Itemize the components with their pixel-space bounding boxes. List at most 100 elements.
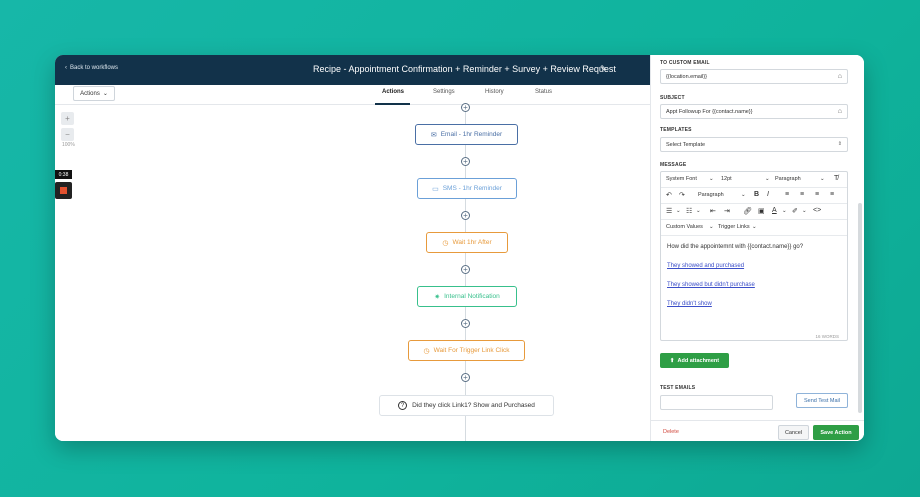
- stop-recording-button[interactable]: [55, 182, 72, 199]
- chevron-down-icon: ⌄: [676, 208, 681, 214]
- node-wait-1hr[interactable]: ◷ Wait 1hr After: [426, 232, 508, 253]
- action-settings-panel: TO CUSTOM EMAIL {{location.email}} ⌂ SUB…: [650, 55, 864, 441]
- tag-icon[interactable]: ⌂: [838, 73, 842, 80]
- zoom-in-button[interactable]: +: [61, 112, 74, 125]
- tab-status[interactable]: Status: [535, 89, 552, 95]
- upload-icon: ⬆: [669, 357, 675, 364]
- node-label: SMS - 1hr Reminder: [442, 185, 502, 192]
- node-sms-reminder[interactable]: ▭ SMS - 1hr Reminder: [417, 178, 517, 199]
- editor-toolbar-row: ☰ ⌄ ☷ ⌄ ⇤ ⇥ 🔗︎ ▣ A ⌄ ✐ ⌄ <>: [661, 204, 847, 220]
- add-attachment-button[interactable]: ⬆ Add attachment: [660, 353, 729, 368]
- add-step-button[interactable]: +: [461, 373, 470, 382]
- test-emails-input[interactable]: [660, 395, 773, 410]
- text-color-icon[interactable]: A: [772, 207, 777, 214]
- numbered-list-icon[interactable]: ☷: [686, 207, 692, 215]
- image-icon[interactable]: ▣: [758, 207, 765, 215]
- back-label: Back to workflows: [70, 65, 119, 71]
- tab-actions[interactable]: Actions: [382, 89, 404, 95]
- outdent-icon[interactable]: ⇤: [710, 207, 716, 215]
- add-step-button[interactable]: +: [461, 319, 470, 328]
- condition-label: Did they click Link1? Show and Purchased: [412, 402, 535, 409]
- editor-toolbar-row: Custom Values ⌄ Trigger Links ⌄: [661, 220, 847, 236]
- font-family-select[interactable]: System Font: [666, 176, 697, 182]
- link-icon[interactable]: 🔗︎: [743, 207, 752, 215]
- paragraph-select[interactable]: Paragraph: [698, 192, 724, 198]
- code-icon[interactable]: <>: [813, 207, 821, 214]
- workflow-window: ‹ Back to workflows Recipe - Appointment…: [55, 55, 864, 441]
- node-label: Wait 1hr After: [452, 239, 492, 246]
- trigger-link-no-purchase[interactable]: They showed but didn't purchase: [667, 282, 755, 288]
- node-label: Internal Notification: [444, 293, 500, 300]
- italic-icon[interactable]: I: [767, 191, 769, 198]
- trigger-link-no-show[interactable]: They didn't show: [667, 301, 712, 307]
- recording-timer: 0:38: [55, 170, 72, 179]
- template-select[interactable]: Select Template ⇕: [660, 137, 848, 152]
- chevron-down-icon: ⌄: [102, 91, 108, 97]
- subject-field[interactable]: Appt Followup For {{contact.name}} ⌂: [660, 104, 848, 119]
- tab-settings[interactable]: Settings: [433, 89, 455, 95]
- redo-icon[interactable]: ↷: [679, 191, 685, 199]
- align-center-icon[interactable]: ≡: [800, 191, 804, 198]
- to-email-label: TO CUSTOM EMAIL: [660, 60, 710, 66]
- bullet-list-icon[interactable]: ☰: [666, 207, 672, 215]
- chevron-down-icon: ⌄: [709, 224, 714, 230]
- workflow-canvas[interactable]: + − 100%: [55, 106, 650, 441]
- send-test-mail-button[interactable]: Send Test Mail: [796, 393, 848, 408]
- highlight-icon[interactable]: ✐: [792, 207, 798, 215]
- add-step-button[interactable]: +: [461, 265, 470, 274]
- add-step-button[interactable]: +: [461, 103, 470, 112]
- custom-values-menu[interactable]: Custom Values: [666, 224, 703, 230]
- node-label: Wait For Trigger Link Click: [433, 347, 510, 354]
- node-wait-trigger-link[interactable]: ◷ Wait For Trigger Link Click: [408, 340, 525, 361]
- back-to-workflows-link[interactable]: ‹ Back to workflows: [65, 65, 118, 71]
- trigger-links-menu[interactable]: Trigger Links: [718, 224, 750, 230]
- to-email-value: {{location.email}}: [666, 73, 707, 80]
- delete-button[interactable]: Delete: [663, 429, 679, 435]
- save-action-button[interactable]: Save Action: [813, 425, 859, 440]
- chevron-down-icon: ⌄: [696, 208, 701, 214]
- condition-node[interactable]: ? Did they click Link1? Show and Purchas…: [379, 395, 554, 416]
- chevron-down-icon: ⌄: [752, 224, 757, 230]
- align-justify-icon[interactable]: ≡: [830, 191, 834, 198]
- chevron-down-icon: ⌄: [709, 176, 714, 182]
- actions-dropdown-label: Actions: [80, 90, 100, 97]
- node-email-reminder[interactable]: ✉ Email - 1hr Reminder: [415, 124, 518, 145]
- pencil-icon[interactable]: ✎: [600, 64, 607, 73]
- tab-history[interactable]: History: [485, 89, 504, 95]
- stop-icon: [60, 187, 67, 194]
- node-internal-notification[interactable]: ✷ Internal Notification: [417, 286, 517, 307]
- clock-icon: ◷: [423, 347, 430, 355]
- undo-icon[interactable]: ↶: [666, 191, 672, 199]
- template-select-value: Select Template: [666, 141, 706, 148]
- message-editor[interactable]: System Font ⌄ 12pt ⌄ Paragraph ⌄ T̸ ↶ ↷ …: [660, 171, 848, 341]
- add-step-button[interactable]: +: [461, 211, 470, 220]
- chat-icon: ▭: [432, 185, 439, 193]
- clear-format-icon[interactable]: T̸: [834, 175, 838, 182]
- indent-icon[interactable]: ⇥: [724, 207, 730, 215]
- panel-scrollbar[interactable]: [858, 203, 862, 413]
- chevron-down-icon: ⌄: [782, 208, 787, 214]
- trigger-link-purchased[interactable]: They showed and purchased: [667, 263, 744, 269]
- cancel-button[interactable]: Cancel: [778, 425, 809, 440]
- to-email-field[interactable]: {{location.email}} ⌂: [660, 69, 848, 84]
- align-right-icon[interactable]: ≡: [815, 191, 819, 198]
- bell-icon: ✷: [434, 293, 441, 301]
- bold-icon[interactable]: B: [754, 191, 759, 198]
- chevron-down-icon: ⌄: [765, 176, 770, 182]
- chevron-down-icon: ⌄: [741, 192, 746, 198]
- chevron-left-icon: ‹: [65, 65, 67, 71]
- zoom-out-button[interactable]: −: [61, 128, 74, 141]
- add-step-button[interactable]: +: [461, 157, 470, 166]
- active-tab-indicator: [375, 103, 410, 105]
- align-left-icon[interactable]: ≡: [785, 191, 789, 198]
- actions-dropdown[interactable]: Actions ⌄: [73, 86, 115, 101]
- block-format-select[interactable]: Paragraph: [775, 176, 801, 182]
- add-attachment-label: Add attachment: [677, 357, 720, 364]
- workflow-title: Recipe - Appointment Confirmation + Remi…: [313, 64, 616, 74]
- tag-icon[interactable]: ⌂: [838, 108, 842, 115]
- question-icon: ?: [398, 401, 408, 410]
- editor-toolbar-row: ↶ ↷ Paragraph ⌄ B I ≡ ≡ ≡ ≡: [661, 188, 847, 204]
- font-size-select[interactable]: 12pt: [721, 176, 732, 182]
- workflow-header: ‹ Back to workflows Recipe - Appointment…: [55, 55, 650, 85]
- node-label: Email - 1hr Reminder: [440, 131, 503, 138]
